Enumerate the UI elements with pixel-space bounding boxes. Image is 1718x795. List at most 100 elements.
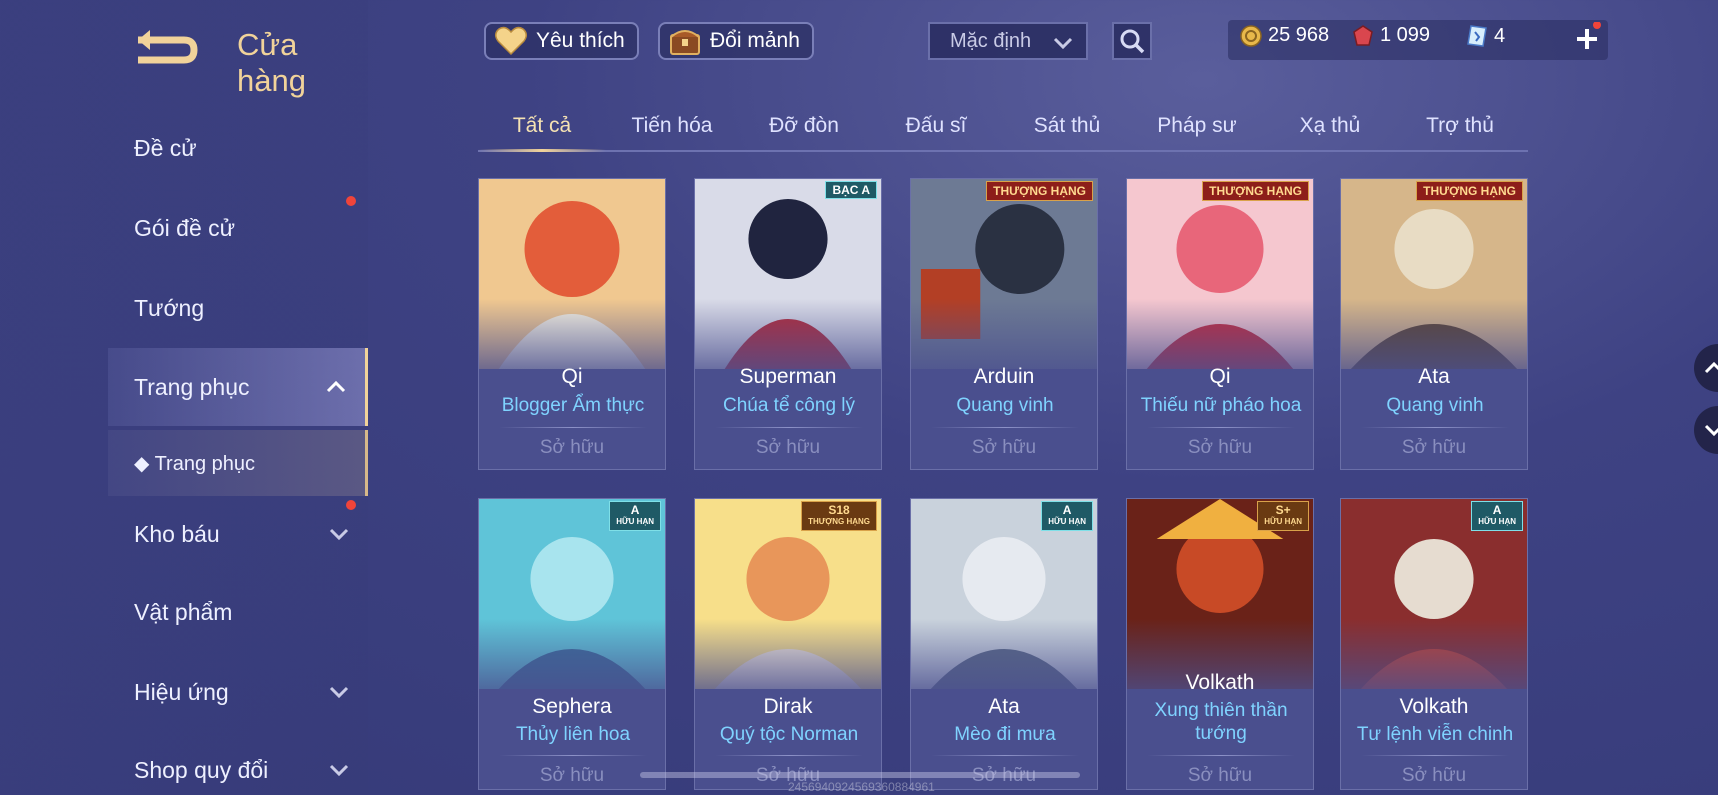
chevron-down-icon	[329, 764, 349, 777]
sidebar-subitem-skins[interactable]: ◆ Trang phục	[108, 430, 368, 496]
sidebar-item-exchange-shop[interactable]: Shop quy đổi	[108, 732, 368, 795]
divider	[1147, 427, 1295, 428]
ruby-voucher-icon	[1353, 24, 1373, 46]
ticket-amount: 4	[1494, 24, 1506, 47]
sidebar-item-label: Shop quy đổi	[134, 756, 269, 783]
ticket-icon	[1467, 25, 1487, 47]
ownership-status: Sở hữu	[539, 437, 605, 458]
skin-name: Tư lệnh viễn chinh	[1356, 724, 1514, 745]
back-arrow-icon[interactable]	[132, 26, 204, 66]
tier-sublabel: HỮU HẠN	[1048, 517, 1086, 526]
category-tabs: Tất cả Tiến hóa Đỡ đòn Đấu sĩ Sát thủ Ph…	[478, 104, 1528, 152]
chevron-up-icon	[1704, 361, 1718, 374]
notification-dot	[346, 500, 356, 510]
divider	[1361, 427, 1509, 428]
tier-sublabel: HỮU HẠN	[1478, 517, 1516, 526]
skin-card[interactable]: S18 THƯỢNG HẠNG Dirak Quý tộc Norman Sở h…	[694, 498, 882, 790]
chevron-down-icon	[1704, 424, 1718, 437]
sidebar-item-label: Gói đề cử	[134, 214, 236, 241]
tier-sublabel: HỮU HẠN	[616, 517, 654, 526]
exchange-label: Đổi mảnh	[710, 29, 800, 52]
tier-badge: S+ HỮU HẠN	[1257, 501, 1309, 531]
divider	[499, 755, 647, 756]
horizontal-scrollbar[interactable]	[640, 772, 1080, 778]
exchange-shards-button[interactable]: Đổi mảnh	[658, 22, 814, 60]
sidebar-item-label: Trang phục	[134, 373, 250, 400]
scroll-up-button[interactable]	[1694, 344, 1718, 392]
gold-coin-icon	[1240, 24, 1262, 47]
scroll-down-button[interactable]	[1694, 406, 1718, 454]
skin-card[interactable]: A HỮU HẠN Volkath Tư lệnh viễn chinh Sở h…	[1340, 498, 1528, 790]
tier-badge: THƯỢNG HẠNG	[986, 181, 1093, 201]
skin-grid: Qi Blogger Ẩm thực Sở hữu BẠC A Superman…	[478, 178, 1528, 795]
skin-name: Xung thiên thần tướng	[1154, 700, 1288, 744]
tab-assassin[interactable]: Sát thủ	[1007, 114, 1127, 138]
voucher-amount: 1 099	[1380, 24, 1431, 46]
skin-card[interactable]: A HỮU HẠN Ata Mèo đi mưa Sở hữu	[910, 498, 1098, 790]
hero-name: Ata	[988, 695, 1020, 718]
tab-tank[interactable]: Đỡ đòn	[744, 114, 864, 138]
tab-support[interactable]: Trợ thủ	[1400, 114, 1520, 138]
skin-name: Blogger Ẩm thực	[501, 395, 645, 416]
skin-card[interactable]: THƯỢNG HẠNG Ata Quang vinh Sở hữu	[1340, 178, 1528, 470]
notification-dot	[346, 196, 356, 206]
watermark-id: 2456940924569360884961	[788, 780, 935, 794]
gold-currency: 25 968	[1240, 24, 1329, 47]
skin-name: Mèo đi mưa	[954, 724, 1056, 745]
skin-card[interactable]: THƯỢNG HẠNG Arduin Quang vinh Sở hữu	[910, 178, 1098, 470]
hero-name: Sephera	[532, 695, 612, 718]
ownership-status: Sở hữu	[971, 437, 1037, 458]
hero-name: Volkath	[1399, 695, 1469, 718]
heart-icon	[495, 26, 527, 56]
sidebar-item-treasure[interactable]: Kho báu	[108, 496, 368, 572]
sort-dropdown[interactable]: Mặc định	[928, 22, 1088, 60]
tab-all[interactable]: Tất cả	[482, 114, 602, 138]
hero-name: Superman	[739, 365, 837, 388]
skin-name: Thủy liên hoa	[515, 724, 631, 745]
skin-name: Quang vinh	[1386, 395, 1484, 416]
chevron-down-icon	[329, 528, 349, 541]
skin-card[interactable]: THƯỢNG HẠNG Qi Thiếu nữ pháo hoa Sở hữu	[1126, 178, 1314, 470]
tab-fighter[interactable]: Đấu sĩ	[876, 114, 996, 138]
tier-badge: THƯỢNG HẠNG	[1202, 181, 1309, 201]
skin-card[interactable]: A HỮU HẠN Sephera Thủy liên hoa Sở hữu	[478, 498, 666, 790]
tier-badge: A HỮU HẠN	[1471, 501, 1523, 531]
sidebar-item-label: Vật phẩm	[134, 598, 233, 625]
ownership-status: Sở hữu	[1401, 765, 1467, 786]
sidebar-item-label: Hiệu ứng	[134, 678, 229, 705]
sidebar-item-effects[interactable]: Hiệu ứng	[108, 654, 368, 730]
skin-name: Quang vinh	[956, 395, 1054, 416]
hero-name: Arduin	[973, 365, 1035, 388]
ownership-status: Sở hữu	[539, 765, 605, 786]
tier-badge: THƯỢNG HẠNG	[1416, 181, 1523, 201]
tab-marksman[interactable]: Xạ thủ	[1270, 114, 1390, 138]
divider	[931, 427, 1079, 428]
tier-label: A	[1062, 503, 1072, 517]
sidebar-item-label: Kho báu	[134, 520, 220, 547]
ownership-status: Sở hữu	[1187, 437, 1253, 458]
favorites-label: Yêu thích	[536, 29, 625, 52]
sidebar-item-heroes[interactable]: Tướng	[108, 270, 368, 346]
sidebar-item-items[interactable]: Vật phẩm	[108, 574, 368, 650]
hero-name: Dirak	[763, 695, 813, 718]
voucher-currency: 1 099	[1352, 24, 1430, 47]
skin-name: Chúa tể công lý	[722, 395, 856, 416]
divider	[715, 427, 863, 428]
skin-card[interactable]: S+ HỮU HẠN Volkath Xung thiên thần tướng …	[1126, 498, 1314, 790]
add-currency-plus-icon[interactable]	[1570, 22, 1604, 56]
tier-sublabel: THƯỢNG HẠNG	[808, 517, 870, 526]
hero-name: Volkath	[1185, 671, 1255, 694]
sidebar-item-featured-packs[interactable]: Gói đề cử	[108, 190, 368, 266]
divider	[715, 755, 863, 756]
skin-card[interactable]: Qi Blogger Ẩm thực Sở hữu	[478, 178, 666, 470]
sidebar-item-featured[interactable]: Đề cử	[108, 110, 368, 186]
tier-label: S+	[1275, 503, 1291, 517]
tab-mage[interactable]: Pháp sư	[1137, 114, 1257, 138]
skin-card[interactable]: BẠC A Superman Chúa tể công lý Sở hữu	[694, 178, 882, 470]
favorites-button[interactable]: Yêu thích	[484, 22, 639, 60]
search-button[interactable]	[1112, 22, 1152, 60]
sidebar-item-skins[interactable]: Trang phục	[108, 348, 368, 426]
tab-evolution[interactable]: Tiến hóa	[612, 114, 732, 138]
ownership-status: Sở hữu	[1401, 437, 1467, 458]
card-fade	[1127, 619, 1313, 709]
